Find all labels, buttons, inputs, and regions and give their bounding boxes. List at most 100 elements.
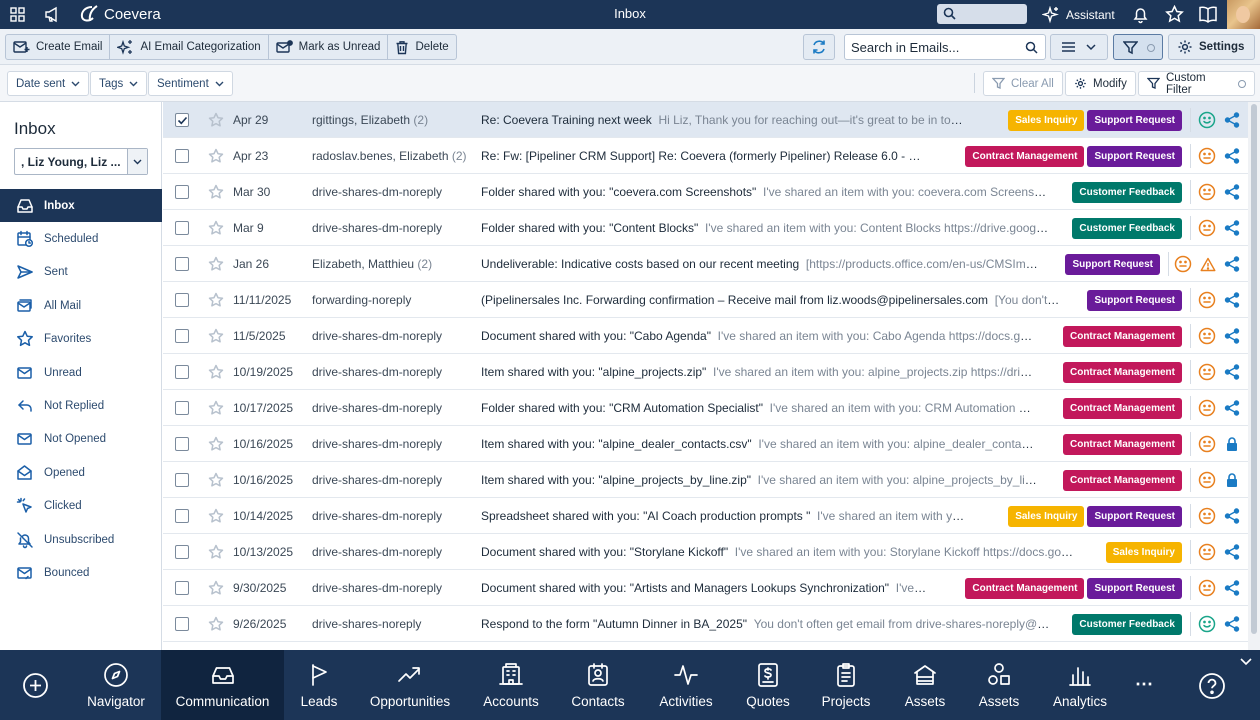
bottom-nav-assets[interactable]: Assets bbox=[968, 650, 1030, 720]
favorite-star-icon[interactable] bbox=[208, 472, 224, 488]
share-icon[interactable] bbox=[1224, 112, 1240, 128]
favorite-star-icon[interactable] bbox=[208, 580, 224, 596]
favorite-star-icon[interactable] bbox=[208, 220, 224, 236]
category-tag[interactable]: Sales Inquiry bbox=[1105, 542, 1182, 563]
book-icon[interactable] bbox=[1198, 5, 1218, 24]
category-tag[interactable]: Contract Management bbox=[1062, 326, 1182, 347]
star-icon[interactable] bbox=[1165, 5, 1184, 24]
sidebar-item-not-replied[interactable]: Not Replied bbox=[0, 389, 162, 422]
help-icon[interactable] bbox=[1198, 672, 1226, 700]
row-checkbox[interactable] bbox=[175, 365, 189, 379]
settings-button[interactable]: Settings bbox=[1168, 34, 1255, 60]
category-tag[interactable]: Contract Management bbox=[965, 578, 1085, 599]
mailbox-owner-select[interactable]: , Liz Young, Liz ... bbox=[14, 148, 148, 175]
ai-categorization-button[interactable]: AI Email Categorization bbox=[110, 35, 269, 59]
share-icon[interactable] bbox=[1224, 184, 1240, 200]
email-row[interactable]: Mar 9 drive-shares-dm-noreply Folder share… bbox=[163, 210, 1248, 246]
lock-icon[interactable] bbox=[1224, 472, 1240, 488]
bottom-nav-opportunities[interactable]: Opportunities bbox=[365, 650, 455, 720]
favorite-star-icon[interactable] bbox=[208, 112, 224, 128]
custom-filter-button[interactable]: Custom Filter bbox=[1138, 71, 1255, 96]
share-icon[interactable] bbox=[1224, 364, 1240, 380]
email-row[interactable]: 9/26/2025 drive-shares-noreply Respond to … bbox=[163, 606, 1248, 642]
bottom-nav-accounts[interactable]: Accounts bbox=[475, 650, 547, 720]
category-tag[interactable]: Contract Management bbox=[1062, 434, 1182, 455]
sidebar-item-inbox[interactable]: Inbox bbox=[0, 189, 162, 222]
email-row[interactable]: Mar 30 drive-shares-dm-noreply Folder shar… bbox=[163, 174, 1248, 210]
share-icon[interactable] bbox=[1224, 544, 1240, 560]
row-checkbox[interactable] bbox=[175, 473, 189, 487]
share-icon[interactable] bbox=[1224, 256, 1240, 272]
email-row[interactable]: 10/16/2025 drive-shares-dm-noreply Item sh… bbox=[163, 426, 1248, 462]
bottom-nav-navigator[interactable]: Navigator bbox=[70, 650, 162, 720]
email-row[interactable]: 10/13/2025 drive-shares-dm-noreply Documen… bbox=[163, 534, 1248, 570]
favorite-star-icon[interactable] bbox=[208, 328, 224, 344]
bottom-nav-activities[interactable]: Activities bbox=[650, 650, 722, 720]
chevron-down-icon[interactable] bbox=[1240, 658, 1252, 666]
sidebar-item-unread[interactable]: Unread bbox=[0, 356, 162, 389]
modify-button[interactable]: Modify bbox=[1065, 71, 1136, 96]
share-icon[interactable] bbox=[1224, 400, 1240, 416]
email-list-scrollbar[interactable] bbox=[1248, 102, 1260, 650]
list-view-dropdown[interactable] bbox=[1050, 34, 1108, 60]
assistant-button[interactable]: Assistant bbox=[1042, 6, 1115, 24]
favorite-star-icon[interactable] bbox=[208, 256, 224, 272]
bottom-nav-leads[interactable]: Leads bbox=[290, 650, 348, 720]
global-search[interactable] bbox=[937, 4, 1027, 24]
row-checkbox[interactable] bbox=[175, 149, 189, 163]
sidebar-item-unsubscribed[interactable]: Unsubscribed bbox=[0, 523, 162, 556]
share-icon[interactable] bbox=[1224, 292, 1240, 308]
megaphone-icon[interactable] bbox=[44, 6, 61, 23]
share-icon[interactable] bbox=[1224, 616, 1240, 632]
favorite-star-icon[interactable] bbox=[208, 544, 224, 560]
row-checkbox[interactable] bbox=[175, 257, 189, 271]
user-avatar[interactable] bbox=[1227, 0, 1260, 29]
category-tag[interactable]: Support Request bbox=[1087, 290, 1182, 311]
category-tag[interactable]: Customer Feedback bbox=[1072, 218, 1182, 239]
share-icon[interactable] bbox=[1224, 580, 1240, 596]
category-tag[interactable]: Support Request bbox=[1087, 506, 1182, 527]
search-icon[interactable] bbox=[1025, 41, 1038, 54]
bottom-nav-contacts[interactable]: Contacts bbox=[562, 650, 634, 720]
row-checkbox[interactable] bbox=[175, 617, 189, 631]
row-checkbox[interactable] bbox=[175, 221, 189, 235]
row-checkbox[interactable] bbox=[175, 113, 189, 127]
row-checkbox[interactable] bbox=[175, 437, 189, 451]
category-tag[interactable]: Sales Inquiry bbox=[1008, 506, 1085, 527]
sidebar-item-scheduled[interactable]: Scheduled bbox=[0, 222, 162, 255]
bottom-nav-analytics[interactable]: Analytics bbox=[1045, 650, 1115, 720]
favorite-star-icon[interactable] bbox=[208, 184, 224, 200]
lock-icon[interactable] bbox=[1224, 436, 1240, 452]
category-tag[interactable]: Support Request bbox=[1087, 146, 1182, 167]
sidebar-item-sent[interactable]: Sent bbox=[0, 256, 162, 289]
chevron-down-icon[interactable] bbox=[127, 149, 147, 174]
category-tag[interactable]: Contract Management bbox=[1062, 470, 1182, 491]
bottom-nav-projects[interactable]: Projects bbox=[813, 650, 879, 720]
row-checkbox[interactable] bbox=[175, 581, 189, 595]
category-tag[interactable]: Sales Inquiry bbox=[1008, 110, 1085, 131]
favorite-star-icon[interactable] bbox=[208, 148, 224, 164]
more-icon[interactable]: ⋯ bbox=[1135, 674, 1154, 695]
favorite-star-icon[interactable] bbox=[208, 508, 224, 524]
row-checkbox[interactable] bbox=[175, 509, 189, 523]
category-tag[interactable]: Support Request bbox=[1087, 578, 1182, 599]
share-icon[interactable] bbox=[1224, 148, 1240, 164]
scrollbar-thumb[interactable] bbox=[1251, 104, 1257, 634]
filter-toggle-button[interactable] bbox=[1113, 34, 1163, 60]
date-sent-filter[interactable]: Date sent bbox=[7, 71, 90, 96]
refresh-button[interactable] bbox=[803, 34, 835, 60]
favorite-star-icon[interactable] bbox=[208, 364, 224, 380]
category-tag[interactable]: Contract Management bbox=[1062, 398, 1182, 419]
bottom-nav-quotes[interactable]: Quotes bbox=[735, 650, 801, 720]
sidebar-item-clicked[interactable]: Clicked bbox=[0, 490, 162, 523]
create-email-button[interactable]: Create Email bbox=[6, 35, 111, 59]
favorite-star-icon[interactable] bbox=[208, 292, 224, 308]
row-checkbox[interactable] bbox=[175, 401, 189, 415]
app-grid-icon[interactable] bbox=[10, 7, 25, 22]
tags-filter[interactable]: Tags bbox=[90, 71, 148, 96]
email-search-input[interactable] bbox=[845, 35, 1015, 59]
bottom-nav-communication[interactable]: Communication bbox=[161, 650, 284, 720]
share-icon[interactable] bbox=[1224, 220, 1240, 236]
row-checkbox[interactable] bbox=[175, 329, 189, 343]
email-row[interactable]: 10/19/2025 drive-shares-dm-noreply Item sh… bbox=[163, 354, 1248, 390]
